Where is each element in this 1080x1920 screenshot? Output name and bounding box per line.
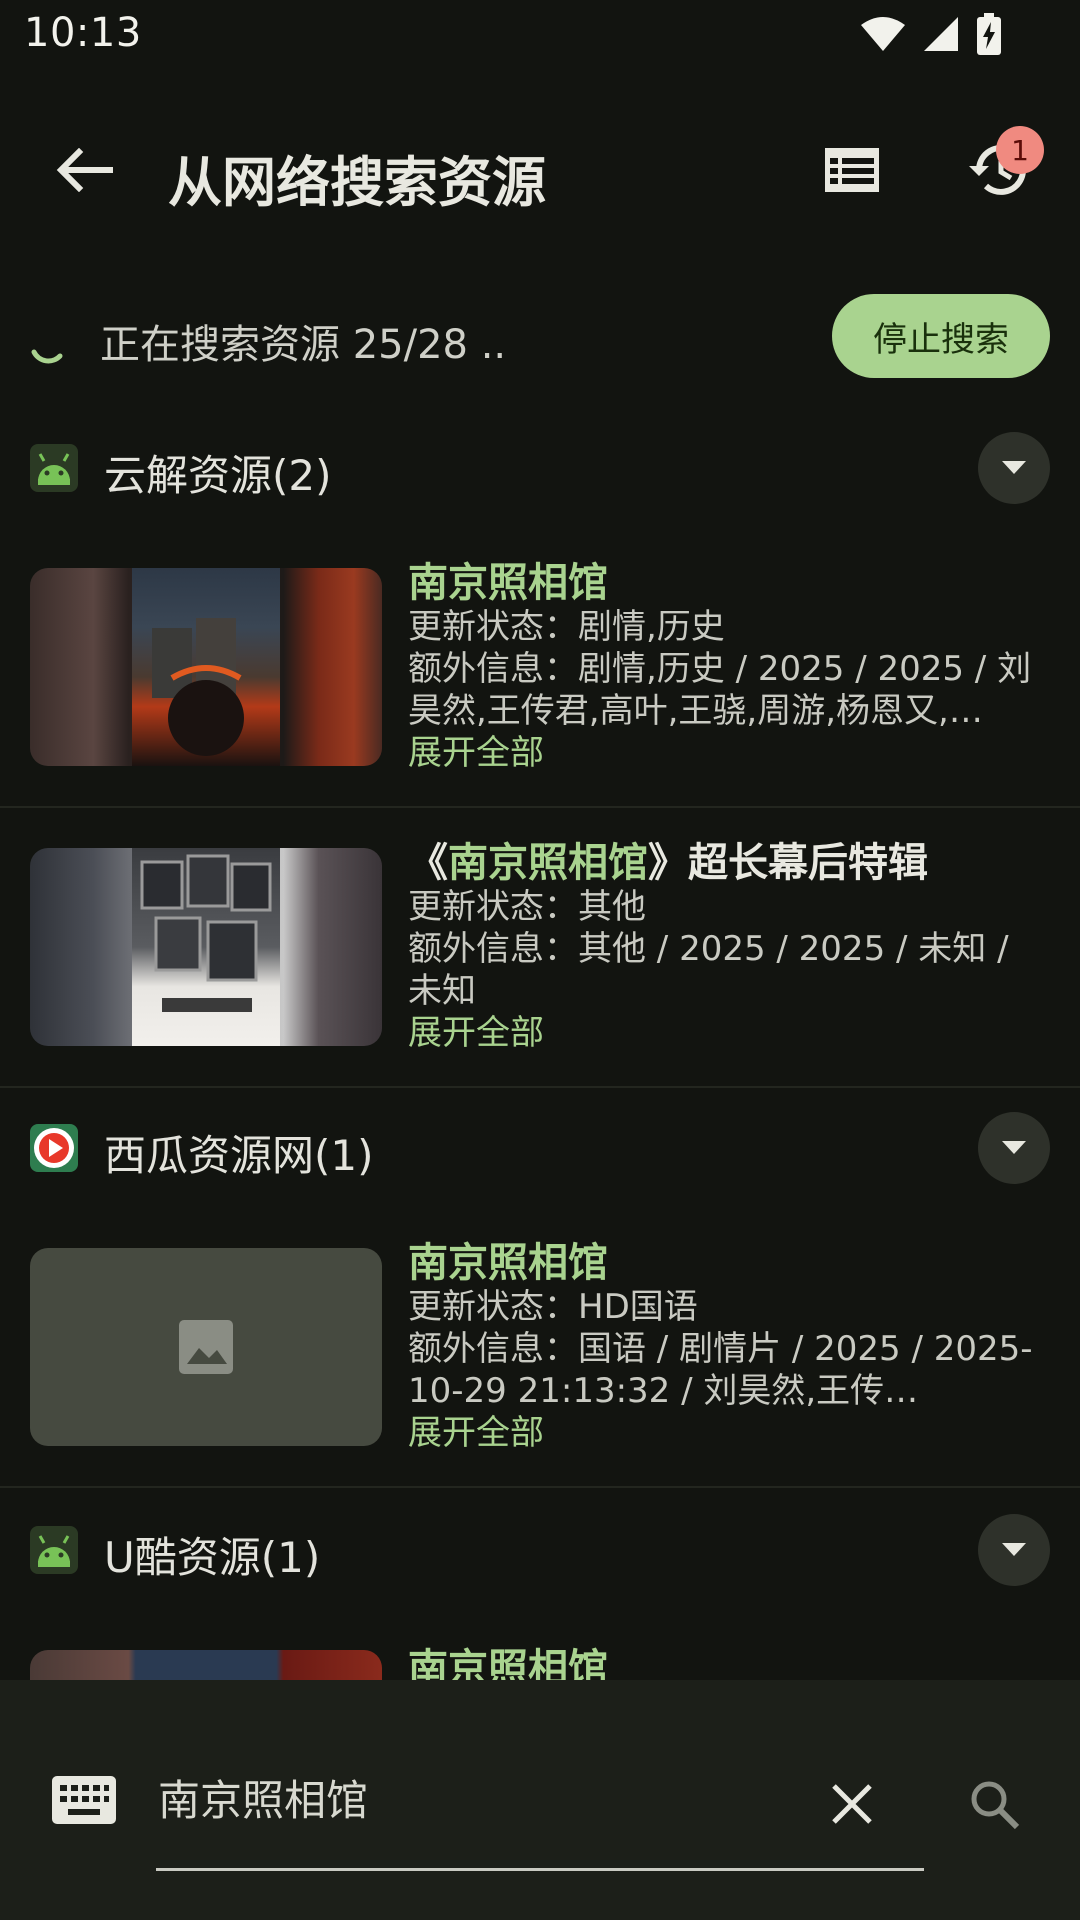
source-header[interactable]: 西瓜资源网(1) (0, 1106, 1080, 1190)
update-status-value: 其他 (578, 887, 646, 927)
update-status-label: 更新状态： (408, 1287, 578, 1327)
update-status-label: 更新状态： (408, 607, 578, 647)
status-time: 10:13 (24, 10, 142, 56)
search-input[interactable] (158, 1762, 758, 1832)
extra-info: 额外信息：剧情,历史 / 2025 / 2025 / 刘昊然,王传君,高叶,王骁… (408, 648, 1048, 732)
title-prefix: 《 (408, 840, 448, 886)
expand-all-link[interactable]: 展开全部 (408, 1012, 1048, 1054)
extra-info-label: 额外信息： (408, 1329, 578, 1369)
poster-placeholder (30, 1248, 382, 1446)
result-item[interactable]: 南京照相馆 更新状态：剧情,历史 额外信息：剧情,历史 / 2025 / 202… (0, 560, 1080, 806)
battery-charging-icon (977, 13, 1001, 55)
screen: 10:13 从网络搜索资源 1 正在搜索资源 25/28 .. 停止搜索 云解资… (0, 0, 1080, 1920)
search-progress-row: 正在搜索资源 25/28 .. 停止搜索 (0, 292, 1080, 382)
result-title: 《南京照相馆》超长幕后特辑 (408, 840, 1048, 886)
result-title: 南京照相馆 (408, 560, 608, 606)
extra-info-label: 额外信息： (408, 929, 578, 969)
search-icon (971, 1781, 1020, 1830)
source-name: U酷资源(1) (104, 1533, 321, 1582)
arrow-back-icon (56, 148, 113, 192)
extra-info: 额外信息：国语 / 剧情片 / 2025 / 2025-10-29 21:13:… (408, 1328, 1048, 1412)
result-title: 南京照相馆 (408, 1646, 608, 1680)
signal-icon (924, 17, 958, 51)
page-title: 从网络搜索资源 (168, 151, 546, 214)
update-status-value: HD国语 (578, 1287, 698, 1327)
poster-image (30, 1650, 382, 1680)
extra-info-label: 额外信息： (408, 649, 578, 689)
result-info: 南京照相馆 (408, 1646, 1048, 1680)
update-status-value: 剧情,历史 (578, 607, 725, 647)
xigua-icon (30, 1124, 78, 1172)
top-app-bar: 从网络搜索资源 (0, 100, 1080, 240)
chevron-down-icon (1002, 461, 1026, 474)
update-status-label: 更新状态： (408, 887, 578, 927)
chevron-down-icon (1002, 1141, 1026, 1154)
history-count-badge: 1 (996, 126, 1044, 174)
title-suffix: 》超长幕后特辑 (648, 840, 928, 886)
chevron-down-icon (1002, 1543, 1026, 1556)
list-view-button[interactable] (812, 130, 892, 210)
android-icon (30, 1526, 78, 1574)
result-info: 南京照相馆 更新状态：HD国语 额外信息：国语 / 剧情片 / 2025 / 2… (408, 1240, 1048, 1454)
update-status: 更新状态：剧情,历史 (408, 606, 1048, 648)
wifi-icon (861, 17, 905, 51)
divider (0, 1486, 1080, 1488)
source-name: 西瓜资源网(1) (104, 1131, 374, 1180)
back-button[interactable] (44, 130, 124, 210)
update-status: 更新状态：其他 (408, 886, 1048, 928)
result-title: 南京照相馆 (408, 1240, 608, 1286)
stop-search-button[interactable]: 停止搜索 (832, 294, 1050, 378)
source-name: 云解资源(2) (104, 451, 332, 500)
expand-all-link[interactable]: 展开全部 (408, 1412, 1048, 1454)
divider (0, 1086, 1080, 1088)
extra-info: 额外信息：其他 / 2025 / 2025 / 未知 / 未知 (408, 928, 1048, 1012)
status-bar: 10:13 (0, 0, 1080, 72)
search-button[interactable] (958, 1768, 1030, 1840)
divider (0, 806, 1080, 808)
search-bar (0, 1680, 1080, 1920)
poster-image (30, 848, 382, 1046)
poster-image (30, 568, 382, 766)
source-header[interactable]: 云解资源(2) (0, 426, 1080, 510)
image-placeholder-icon (179, 1320, 233, 1374)
search-underline (156, 1868, 924, 1871)
loading-spinner-icon (31, 349, 63, 364)
result-info: 《南京照相馆》超长幕后特辑 更新状态：其他 额外信息：其他 / 2025 / 2… (408, 840, 1048, 1054)
expand-all-link[interactable]: 展开全部 (408, 732, 1048, 774)
android-icon (30, 444, 78, 492)
close-icon (832, 1784, 872, 1824)
result-info: 南京照相馆 更新状态：剧情,历史 额外信息：剧情,历史 / 2025 / 202… (408, 560, 1048, 774)
search-progress-text: 正在搜索资源 25/28 .. (100, 322, 507, 368)
update-status: 更新状态：HD国语 (408, 1286, 1048, 1328)
clear-button[interactable] (816, 1768, 888, 1840)
keyboard-icon[interactable] (52, 1776, 116, 1824)
list-icon (825, 148, 879, 192)
status-icons (860, 12, 1002, 56)
expand-source-button[interactable] (978, 432, 1050, 504)
title-main: 南京照相馆 (448, 840, 648, 886)
expand-source-button[interactable] (978, 1112, 1050, 1184)
result-item[interactable]: 南京照相馆 (0, 1640, 1080, 1680)
result-item[interactable]: 《南京照相馆》超长幕后特辑 更新状态：其他 额外信息：其他 / 2025 / 2… (0, 840, 1080, 1086)
result-item[interactable]: 南京照相馆 更新状态：HD国语 额外信息：国语 / 剧情片 / 2025 / 2… (0, 1240, 1080, 1486)
expand-source-button[interactable] (978, 1514, 1050, 1586)
source-header[interactable]: U酷资源(1) (0, 1508, 1080, 1592)
